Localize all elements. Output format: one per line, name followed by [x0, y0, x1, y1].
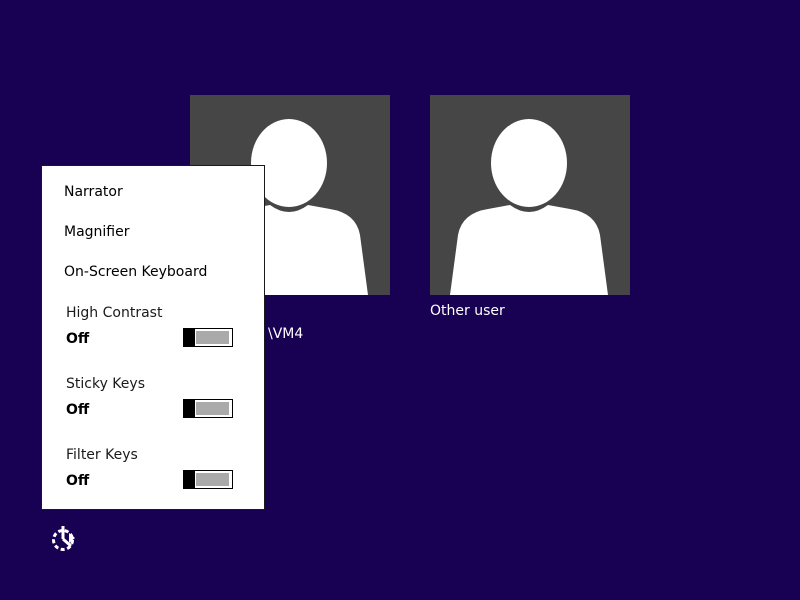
- high-contrast-state: Off: [66, 331, 90, 347]
- menu-item-magnifier[interactable]: Magnifier: [64, 224, 130, 240]
- user-name-vm4[interactable]: \VM4: [268, 326, 303, 342]
- menu-item-narrator[interactable]: Narrator: [64, 184, 123, 200]
- toggle-track: [196, 402, 229, 415]
- ease-of-access-icon: [52, 526, 75, 551]
- ease-of-access-button[interactable]: [49, 524, 79, 554]
- toggle-thumb: [184, 329, 195, 346]
- sticky-keys-label: Sticky Keys: [66, 376, 145, 392]
- toggle-thumb: [184, 400, 195, 417]
- sticky-keys-toggle[interactable]: [183, 399, 233, 418]
- toggle-thumb: [184, 471, 195, 488]
- filter-keys-toggle[interactable]: [183, 470, 233, 489]
- high-contrast-label: High Contrast: [66, 305, 163, 321]
- filter-keys-label: Filter Keys: [66, 447, 138, 463]
- toggle-track: [196, 331, 229, 344]
- high-contrast-toggle[interactable]: [183, 328, 233, 347]
- toggle-track: [196, 473, 229, 486]
- filter-keys-state: Off: [66, 473, 90, 489]
- ease-of-access-menu: Narrator Magnifier On-Screen Keyboard Hi…: [41, 165, 265, 510]
- user-tile-other[interactable]: [430, 95, 630, 295]
- user-silhouette-icon: [450, 119, 608, 295]
- menu-item-on-screen-keyboard[interactable]: On-Screen Keyboard: [64, 264, 207, 280]
- sticky-keys-state: Off: [66, 402, 90, 418]
- user-name-other[interactable]: Other user: [430, 303, 505, 319]
